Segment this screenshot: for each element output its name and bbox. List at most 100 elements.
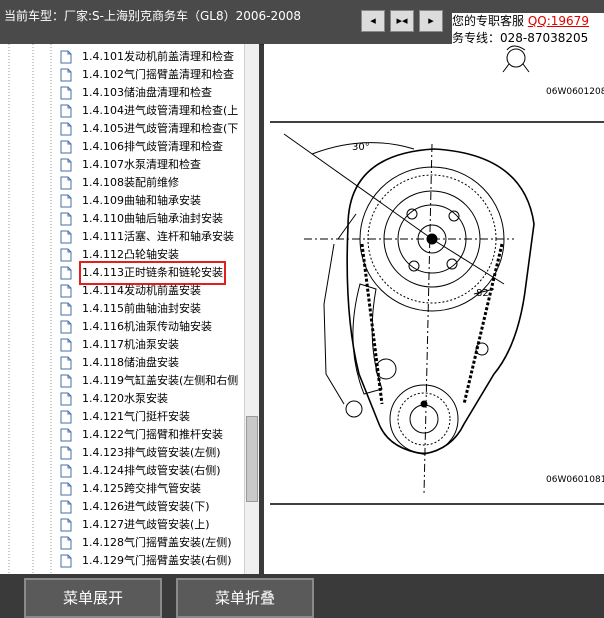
tree-item-label: 1.4.126进气歧管安装(下) xyxy=(82,500,210,513)
tree-item[interactable]: 1.4.111活塞、连杆和轴承安装 xyxy=(60,228,245,246)
tree-item[interactable]: 1.4.129气门摇臂盖安装(右侧) xyxy=(60,552,245,570)
current-vehicle-label: 当前车型：厂家:S-上海别克商务车（GL8）2006-2008 xyxy=(4,9,302,23)
page-fit-button[interactable]: ▸◂ xyxy=(390,10,414,32)
tree-item[interactable]: 1.4.118储油盘安装 xyxy=(60,354,245,372)
tree-item[interactable]: 1.4.107水泵清理和检查 xyxy=(60,156,245,174)
navigation-tree: 1.4.101发动机前盖清理和检查 1.4.102气门摇臂盖清理和检查 1.4.10… xyxy=(0,44,259,574)
tree-item[interactable]: 1.4.113正时链条和链轮安装 xyxy=(60,261,245,285)
document-icon xyxy=(60,176,72,190)
qq-link[interactable]: QQ:19679 xyxy=(528,14,589,28)
figure-code-top: 06W0601208 xyxy=(546,87,604,97)
document-icon xyxy=(60,68,72,82)
document-icon xyxy=(60,518,72,532)
document-icon xyxy=(60,554,72,568)
tree-item-label: 1.4.122气门摇臂和推杆安装 xyxy=(82,428,223,441)
service-label: 您的专职客服 xyxy=(452,14,525,28)
document-icon xyxy=(60,338,72,352)
document-icon xyxy=(60,464,72,478)
tree-item-label: 1.4.102气门摇臂盖清理和检查 xyxy=(82,68,234,81)
document-icon xyxy=(60,140,72,154)
tree-item-label: 1.4.109曲轴和轴承安装 xyxy=(82,194,201,207)
tree-item-label: 1.4.128气门摇臂盖安装(左侧) xyxy=(82,536,232,549)
tree-item-label: 1.4.123排气歧管安装(左侧) xyxy=(82,446,221,459)
tree-item[interactable]: 1.4.116机油泵传动轴安装 xyxy=(60,318,245,336)
tree-item[interactable]: 1.4.104进气歧管清理和检查(上 xyxy=(60,102,245,120)
tree-item-label: 1.4.111活塞、连杆和轴承安装 xyxy=(82,230,234,243)
tree-item[interactable]: 1.4.126进气歧管安装(下) xyxy=(60,498,245,516)
tree-scrollbar[interactable] xyxy=(244,44,259,574)
menu-expand-button[interactable]: 菜单展开 xyxy=(24,578,162,618)
tree-item-label: 1.4.124排气歧管安装(右侧) xyxy=(82,464,221,477)
tree-item-label: 1.4.118储油盘安装 xyxy=(82,356,179,369)
tree-item[interactable]: 1.4.120水泵安装 xyxy=(60,390,245,408)
document-icon xyxy=(60,320,72,334)
tree-item[interactable]: 1.4.102气门摇臂盖清理和检查 xyxy=(60,66,245,84)
document-icon xyxy=(60,428,72,442)
tree-item-label: 1.4.103储油盘清理和检查 xyxy=(82,86,212,99)
page-prev-button[interactable]: ◂ xyxy=(361,10,385,32)
tree-item[interactable]: 1.4.122气门摇臂和推杆安装 xyxy=(60,426,245,444)
tree-item-label: 1.4.120水泵安装 xyxy=(82,392,168,405)
tree-item[interactable]: 1.4.114发动机前盖安装 xyxy=(60,282,245,300)
tree-item[interactable]: 1.4.108装配前维修 xyxy=(60,174,245,192)
timing-chain-diagram: 06W0601208 30° 82 06W0601081 xyxy=(270,45,604,505)
document-icon xyxy=(60,122,72,136)
tree-item[interactable]: 1.4.119气缸盖安装(左侧和右侧 xyxy=(60,372,245,390)
tree-item[interactable]: 1.4.106排气歧管清理和检查 xyxy=(60,138,245,156)
tree-item-label: 1.4.104进气歧管清理和检查(上 xyxy=(82,104,239,117)
tree-item[interactable]: 1.4.112凸轮轴安装 xyxy=(60,246,245,264)
diagram-viewer[interactable]: 06W0601208 30° 82 06W0601081 xyxy=(264,44,604,574)
dimension-label: 82 xyxy=(476,288,489,299)
document-icon xyxy=(60,392,72,406)
document-icon xyxy=(60,500,72,514)
document-icon xyxy=(60,230,72,244)
title-bar: 当前车型：厂家:S-上海别克商务车（GL8）2006-2008 ◂ ▸◂ ▸ 您… xyxy=(0,0,604,47)
tree-item-label: 1.4.117机油泵安装 xyxy=(82,338,179,351)
document-icon xyxy=(60,374,72,388)
tree-item-label: 1.4.114发动机前盖安装 xyxy=(82,284,201,297)
document-icon xyxy=(60,284,72,298)
tree-item[interactable]: 1.4.127进气歧管安装(上) xyxy=(60,516,245,534)
tree-item-label: 1.4.106排气歧管清理和检查 xyxy=(82,140,223,153)
menu-collapse-button[interactable]: 菜单折叠 xyxy=(176,578,314,618)
tree-item-label: 1.4.112凸轮轴安装 xyxy=(82,248,179,261)
tree-item[interactable]: 1.4.110曲轴后轴承油封安装 xyxy=(60,210,245,228)
tree-item[interactable]: 1.4.109曲轴和轴承安装 xyxy=(60,192,245,210)
tree-item-label: 1.4.101发动机前盖清理和检查 xyxy=(82,50,234,63)
document-icon xyxy=(60,158,72,172)
document-icon xyxy=(60,248,72,262)
tree-item[interactable]: 1.4.121气门挺杆安装 xyxy=(60,408,245,426)
tree-item[interactable]: 1.4.123排气歧管安装(左侧) xyxy=(60,444,245,462)
figure-code-bottom: 06W0601081 xyxy=(546,475,604,485)
tree-item-label: 1.4.119气缸盖安装(左侧和右侧 xyxy=(82,374,239,387)
page-next-button[interactable]: ▸ xyxy=(419,10,443,32)
tree-item-label: 1.4.121气门挺杆安装 xyxy=(82,410,190,423)
document-icon xyxy=(60,356,72,370)
document-icon xyxy=(60,50,72,64)
tree-item[interactable]: 1.4.117机油泵安装 xyxy=(60,336,245,354)
footer-bar: 菜单展开 菜单折叠 xyxy=(0,574,604,618)
document-icon xyxy=(60,446,72,460)
tree-item-label: 1.4.105进气歧管清理和检查(下 xyxy=(82,122,239,135)
tree-item[interactable]: 1.4.125跨交排气管安装 xyxy=(60,480,245,498)
tree-item[interactable]: 1.4.101发动机前盖清理和检查 xyxy=(60,48,245,66)
document-icon xyxy=(60,410,72,424)
tree-item-label: 1.4.107水泵清理和检查 xyxy=(82,158,201,171)
customer-service-box: 您的专职客服 QQ:19679 务专线：028-87038205 xyxy=(452,13,604,47)
tree-item[interactable]: 1.4.128气门摇臂盖安装(左侧) xyxy=(60,534,245,552)
tree-item[interactable]: 1.4.103储油盘清理和检查 xyxy=(60,84,245,102)
tree-scroll-thumb[interactable] xyxy=(246,416,258,502)
tree-connector-lines xyxy=(8,44,52,574)
angle-label: 30° xyxy=(352,142,370,153)
document-icon xyxy=(60,536,72,550)
service-hotline: 务专线：028-87038205 xyxy=(452,31,589,45)
tree-item[interactable]: 1.4.115前曲轴油封安装 xyxy=(60,300,245,318)
tree-item-label: 1.4.116机油泵传动轴安装 xyxy=(82,320,212,333)
tree-item-label: 1.4.115前曲轴油封安装 xyxy=(82,302,201,315)
tree-item[interactable]: 1.4.124排气歧管安装(右侧) xyxy=(60,462,245,480)
tree-item-label: 1.4.125跨交排气管安装 xyxy=(82,482,201,495)
tree-item-label: 1.4.108装配前维修 xyxy=(82,176,179,189)
tree-item[interactable]: 1.4.105进气歧管清理和检查(下 xyxy=(60,120,245,138)
tree-item-label: 1.4.113正时链条和链轮安装 xyxy=(79,261,226,285)
tree-item-label: 1.4.127进气歧管安装(上) xyxy=(82,518,210,531)
